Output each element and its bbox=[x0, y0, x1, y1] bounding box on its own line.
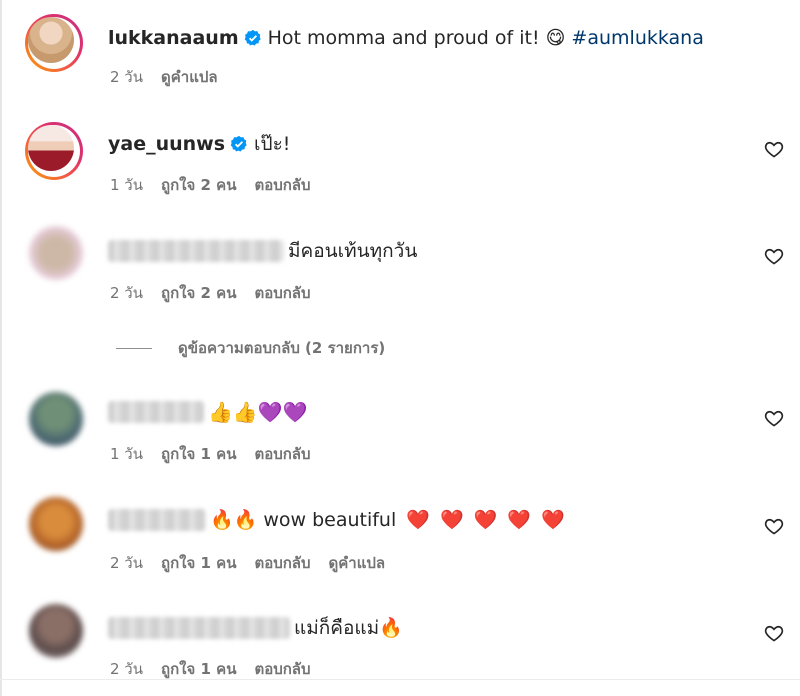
reply-button[interactable]: ตอบกลับ bbox=[254, 551, 310, 575]
comment-text: เป๊ะ! bbox=[254, 133, 291, 155]
likes-count[interactable]: ถูกใจ 2 คน bbox=[161, 281, 236, 305]
comment-time: 1 วัน bbox=[110, 176, 143, 194]
bottom-divider bbox=[0, 679, 800, 680]
avatar[interactable] bbox=[29, 604, 83, 658]
verified-badge-icon bbox=[244, 29, 261, 46]
comment-time: 1 วัน bbox=[110, 445, 143, 463]
translate-link[interactable]: ดูคำแปล bbox=[329, 551, 386, 575]
view-replies-label: ดูข้อความตอบกลับ (2 รายการ) bbox=[178, 339, 386, 357]
comment-text: มีคอนเท้นทุกวัน bbox=[288, 240, 418, 262]
heart-icon[interactable] bbox=[764, 623, 784, 643]
blurred-username bbox=[108, 509, 206, 531]
heart-icon[interactable] bbox=[764, 139, 784, 159]
comment-text: 👍👍💜💜 bbox=[208, 400, 308, 424]
comment-emoji-suffix: ❤️ ❤️ ❤️ ❤️ ❤️ bbox=[406, 509, 567, 531]
comment-text: แม่ก็คือแม่🔥 bbox=[294, 617, 403, 639]
comment-time: 2 วัน bbox=[110, 68, 143, 86]
translate-link[interactable]: ดูคำแปล bbox=[161, 65, 218, 89]
likes-count[interactable]: ถูกใจ 1 คน bbox=[161, 551, 236, 575]
comment-emoji-prefix: 🔥🔥 bbox=[210, 509, 258, 531]
comment-text: wow beautiful bbox=[263, 509, 397, 531]
blurred-username bbox=[108, 401, 204, 423]
avatar[interactable] bbox=[29, 392, 83, 446]
blurred-username bbox=[108, 617, 290, 639]
likes-count[interactable]: ถูกใจ 1 คน bbox=[161, 442, 236, 466]
comment-text: Hot momma and proud of it! 😋 bbox=[267, 27, 566, 49]
avatar[interactable] bbox=[29, 497, 83, 551]
heart-icon[interactable] bbox=[764, 246, 784, 266]
reply-button[interactable]: ตอบกลับ bbox=[254, 442, 310, 466]
avatar[interactable] bbox=[25, 122, 83, 180]
page-edge bbox=[0, 0, 2, 696]
view-replies-button[interactable]: ดูข้อความตอบกลับ (2 รายการ) bbox=[116, 336, 385, 360]
avatar[interactable] bbox=[25, 14, 83, 72]
likes-count[interactable]: ถูกใจ 2 คน bbox=[161, 173, 236, 197]
comment-time: 2 วัน bbox=[110, 554, 143, 572]
comment-time: 2 วัน bbox=[110, 660, 143, 678]
replies-divider bbox=[116, 347, 152, 349]
username[interactable]: yae_uunws bbox=[108, 132, 225, 156]
comment-time: 2 วัน bbox=[110, 284, 143, 302]
likes-count[interactable]: ถูกใจ 1 คน bbox=[161, 657, 236, 681]
reply-button[interactable]: ตอบกลับ bbox=[254, 657, 310, 681]
username[interactable]: lukkanaaum bbox=[108, 26, 239, 50]
reply-button[interactable]: ตอบกลับ bbox=[254, 281, 310, 305]
verified-badge-icon bbox=[230, 135, 247, 152]
reply-button[interactable]: ตอบกลับ bbox=[254, 173, 310, 197]
hashtag-link[interactable]: #aumlukkana bbox=[571, 26, 703, 50]
avatar[interactable] bbox=[29, 226, 83, 280]
heart-icon[interactable] bbox=[764, 408, 784, 428]
heart-icon[interactable] bbox=[764, 516, 784, 536]
blurred-username bbox=[108, 240, 284, 262]
